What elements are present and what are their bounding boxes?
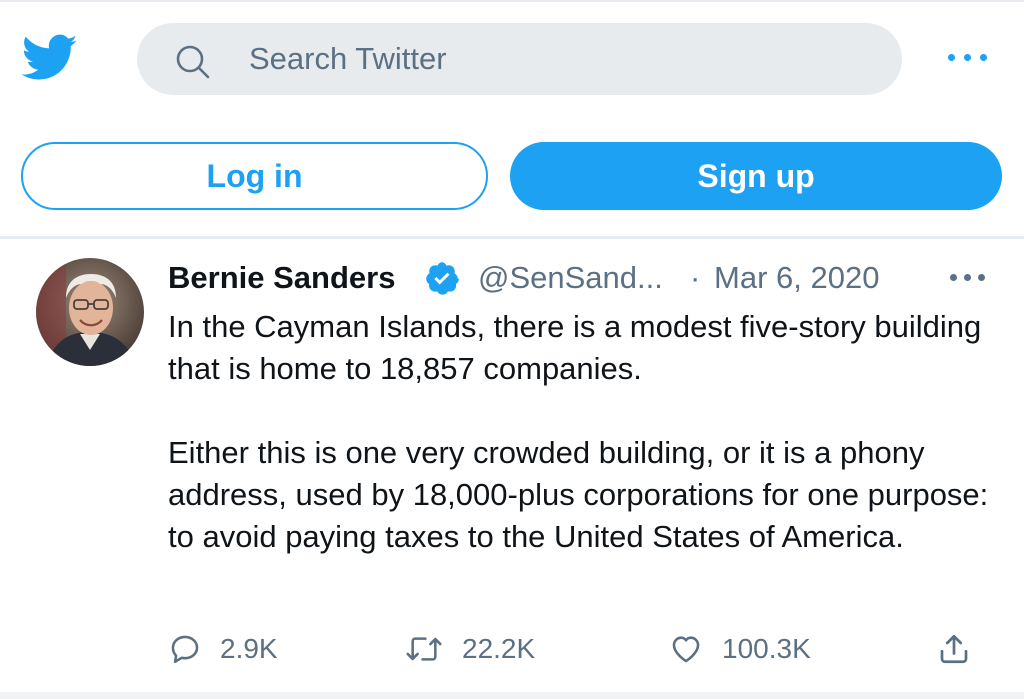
like-button[interactable]: 100.3K — [668, 628, 811, 670]
search-bar[interactable] — [137, 23, 902, 95]
retweet-icon — [406, 637, 442, 661]
divider — [0, 236, 1024, 239]
search-icon — [173, 42, 213, 82]
author-handle[interactable]: @SenSand... — [478, 258, 663, 298]
verified-badge-icon — [424, 260, 460, 296]
search-input[interactable] — [249, 37, 869, 81]
top-border — [0, 0, 1024, 2]
bottom-border — [0, 692, 1024, 699]
tweet-paragraph: Either this is one very crowded building… — [168, 435, 989, 554]
author-name[interactable]: Bernie Sanders — [168, 258, 395, 298]
twitter-page: Log in Sign up Bernie Sanders — [0, 0, 1024, 699]
login-button[interactable]: Log in — [21, 142, 488, 210]
like-icon — [672, 636, 700, 663]
reply-count: 2.9K — [220, 633, 278, 664]
retweet-button[interactable]: 22.2K — [404, 628, 535, 670]
avatar[interactable] — [36, 258, 144, 366]
tweet-date[interactable]: Mar 6, 2020 — [714, 258, 879, 298]
tweet-paragraph: In the Cayman Islands, there is a modest… — [168, 309, 982, 386]
twitter-bird-icon[interactable] — [21, 34, 78, 82]
retweet-count: 22.2K — [462, 633, 536, 664]
tweet-text: In the Cayman Islands, there is a modest… — [168, 306, 1008, 558]
share-icon — [940, 634, 968, 664]
more-horizontal-icon[interactable] — [946, 266, 990, 290]
reply-button[interactable]: 2.9K — [168, 628, 278, 670]
reply-icon — [171, 635, 199, 664]
share-button[interactable] — [936, 628, 972, 670]
signup-button[interactable]: Sign up — [510, 142, 1002, 210]
more-horizontal-icon[interactable] — [944, 46, 992, 70]
separator-dot: · — [690, 260, 701, 295]
like-count: 100.3K — [722, 633, 811, 664]
